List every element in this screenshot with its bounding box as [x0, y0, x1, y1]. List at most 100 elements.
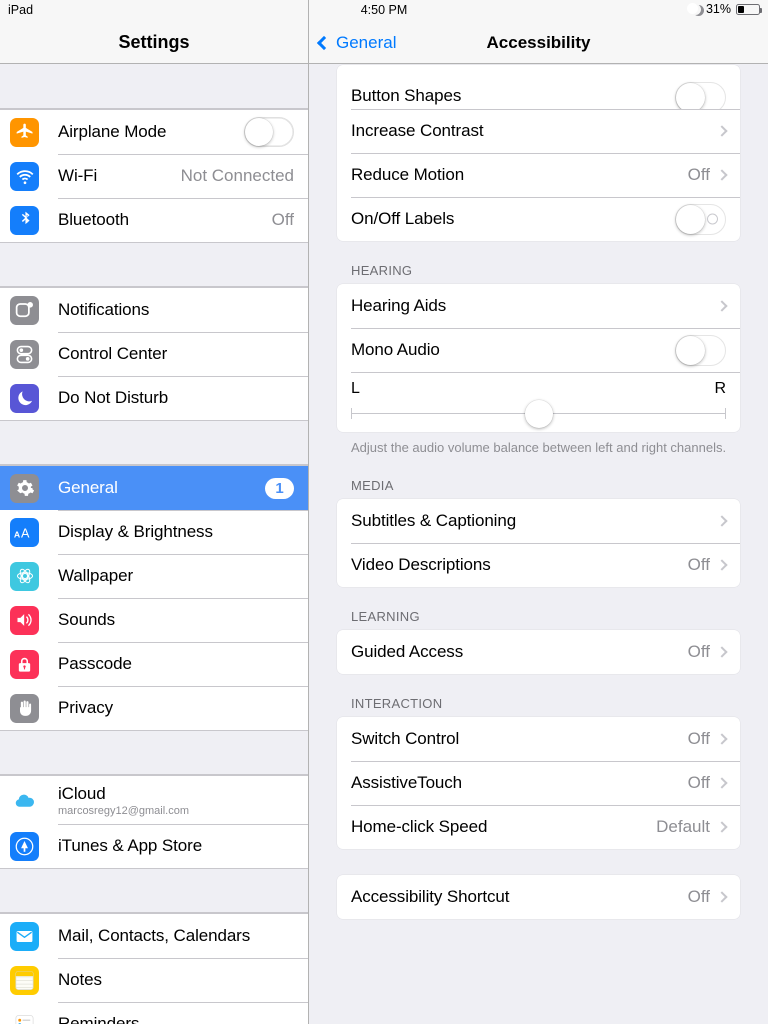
settings-row-value: Off — [687, 887, 710, 907]
sidebar-item-passcode[interactable]: Passcode — [0, 642, 308, 686]
ipad-settings-screen: iPad 4:50 PM 31% Settings Airplane Mode W… — [0, 0, 768, 1024]
slider-knob[interactable] — [524, 400, 553, 428]
sidebar-item-icloud[interactable]: iCloud marcosregy12@gmail.com — [0, 776, 308, 824]
settings-row-label: Accessibility Shortcut — [351, 887, 510, 907]
sidebar-item-sublabel: marcosregy12@gmail.com — [58, 804, 189, 817]
toggle-switch[interactable] — [675, 203, 726, 235]
chevron-right-icon — [716, 646, 728, 658]
settings-row-assistivetouch[interactable]: AssistiveTouch Off — [337, 761, 740, 805]
settings-row-subtitles-captioning[interactable]: Subtitles & Captioning — [337, 499, 740, 543]
sidebar-item-general[interactable]: General 1 — [0, 466, 308, 510]
status-right-group: 31% — [686, 2, 762, 16]
sidebar-item-text: Notes — [58, 970, 294, 990]
sidebar-item-badge: 1 — [265, 477, 294, 499]
chevron-right-icon — [716, 125, 728, 137]
settings-row-label: Reduce Motion — [351, 165, 465, 184]
sidebar-item-privacy[interactable]: Privacy — [0, 686, 308, 730]
passcode-lock-icon — [10, 649, 39, 679]
toggle-switch[interactable] — [675, 334, 726, 366]
sidebar-group: Airplane Mode Wi-Fi Not Connected Bluetooth… — [0, 109, 308, 243]
sidebar-item-text: Airplane Mode — [58, 122, 244, 142]
sidebar-item-reminders[interactable]: Reminders — [0, 1002, 308, 1024]
settings-row-home-click-speed[interactable]: Home-click Speed Default — [337, 805, 740, 849]
section-header: LEARNING — [351, 609, 420, 625]
sidebar-group-spacer — [0, 65, 308, 109]
chevron-right-icon — [716, 891, 728, 903]
settings-row-on-off-labels[interactable]: On/Off Labels — [337, 197, 740, 241]
sidebar-item-text: Mail, Contacts, Calendars — [58, 926, 294, 946]
settings-row-accessibility-shortcut[interactable]: Accessibility Shortcut Off — [337, 875, 740, 919]
sidebar-item-itunes-app-store[interactable]: iTunes & App Store — [0, 824, 308, 868]
svg-text:A: A — [21, 526, 30, 540]
detail-title: Accessibility — [486, 33, 591, 52]
sidebar-item-text: Display & Brightness — [58, 522, 294, 542]
settings-row-label: Hearing Aids — [351, 296, 447, 315]
settings-row-label: Home-click Speed — [351, 817, 488, 837]
sidebar-item-label: Wi-Fi — [58, 166, 98, 185]
sidebar-item-label: iTunes & App Store — [58, 836, 203, 855]
sidebar-item-label: iCloud — [58, 783, 106, 803]
privacy-hand-icon — [10, 693, 39, 723]
toggle-knob — [676, 204, 705, 234]
sidebar-item-value: Not Connected — [180, 166, 294, 185]
sidebar-scroll-area[interactable]: Airplane Mode Wi-Fi Not Connected Bluetooth… — [0, 65, 308, 1024]
battery-percent-label: 31% — [705, 2, 731, 16]
settings-row-mono-audio[interactable]: Mono Audio — [337, 328, 740, 372]
sidebar-item-bluetooth[interactable]: Bluetooth Off — [0, 198, 308, 242]
notifications-icon — [10, 295, 39, 325]
toggle-switch[interactable] — [675, 82, 726, 109]
sidebar-item-do-not-disturb[interactable]: Do Not Disturb — [0, 376, 308, 420]
settings-row-label: Increase Contrast — [351, 121, 484, 140]
settings-row-increase-contrast[interactable]: Increase Contrast — [337, 109, 740, 153]
sidebar-item-label: Bluetooth — [58, 210, 129, 229]
wallpaper-icon — [10, 561, 39, 591]
settings-row-guided-access[interactable]: Guided Access Off — [337, 630, 740, 674]
settings-card: Button Shapes Increase Contrast Reduce Mot… — [337, 65, 740, 241]
toggle-knob — [676, 335, 705, 365]
settings-row-video-descriptions[interactable]: Video Descriptions Off — [337, 543, 740, 587]
sidebar-item-sounds[interactable]: Sounds — [0, 598, 308, 642]
sidebar-item-control-center[interactable]: Control Center — [0, 332, 308, 376]
detail-scroll-area[interactable]: Button Shapes Increase Contrast Reduce Mot… — [309, 65, 768, 1024]
settings-card: Guided Access Off — [337, 630, 740, 675]
audio-balance-slider-row[interactable]: LR — [337, 372, 740, 432]
settings-row-reduce-motion[interactable]: Reduce Motion Off — [337, 153, 740, 197]
icloud-icon — [10, 785, 39, 815]
sidebar-item-text: Notifications — [58, 300, 294, 320]
settings-row-value: Off — [687, 555, 710, 575]
settings-row-switch-control[interactable]: Switch Control Off — [337, 717, 740, 761]
settings-row-value: Off — [687, 729, 710, 749]
sidebar-item-label: Airplane Mode — [58, 122, 167, 141]
sidebar-item-label: Privacy — [58, 698, 114, 717]
balance-left-label: L — [351, 380, 360, 397]
balance-slider[interactable] — [351, 400, 726, 428]
sidebar-item-display-brightness[interactable]: A A Display & Brightness — [0, 510, 308, 554]
sidebar-item-notes[interactable]: Notes — [0, 958, 308, 1002]
airplane-mode-toggle[interactable] — [244, 117, 294, 147]
sidebar-group-spacer — [0, 869, 308, 913]
sidebar-item-label: General — [58, 478, 118, 497]
sidebar-item-wi-fi[interactable]: Wi-Fi Not Connected — [0, 154, 308, 198]
sidebar-group-spacer — [0, 243, 308, 287]
display-brightness-icon: AA — [10, 517, 39, 547]
sidebar-item-wallpaper[interactable]: Wallpaper — [0, 554, 308, 598]
status-clock: 4:50 PM — [360, 3, 408, 17]
sidebar-item-value: Off — [271, 210, 294, 229]
sidebar-item-text: Privacy — [58, 698, 294, 718]
settings-row-value: Off — [687, 773, 710, 793]
settings-row-label: Guided Access — [351, 642, 464, 662]
sidebar-group: Notifications Control Center Do Not Distur… — [0, 287, 308, 421]
settings-row-value: Off — [687, 642, 710, 662]
sidebar-item-airplane-mode[interactable]: Airplane Mode — [0, 110, 308, 154]
status-bar: iPad 4:50 PM 31% — [0, 0, 768, 22]
sidebar-item-text: Control Center — [58, 344, 294, 364]
chevron-right-icon — [716, 777, 728, 789]
settings-row-hearing-aids[interactable]: Hearing Aids — [337, 284, 740, 328]
sidebar-item-mail-contacts-calendars[interactable]: Mail, Contacts, Calendars — [0, 914, 308, 958]
app-store-icon — [10, 831, 39, 861]
toggle-knob — [676, 83, 705, 109]
section-header: HEARING — [351, 263, 413, 278]
sidebar-item-notifications[interactable]: Notifications — [0, 288, 308, 332]
settings-row-button-shapes[interactable]: Button Shapes — [337, 65, 740, 109]
